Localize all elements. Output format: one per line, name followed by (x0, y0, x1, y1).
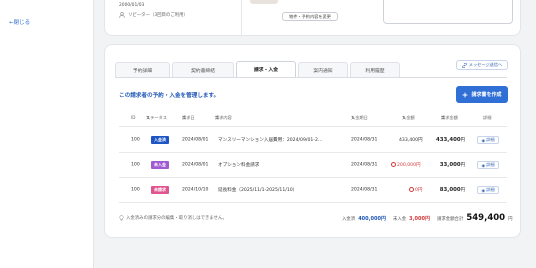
repeater-info: リピーター（3回目のご利用） (119, 12, 188, 18)
row-billing-date: 2024/10/10 (182, 187, 209, 193)
link-icon (462, 62, 467, 68)
row-id: 100 (131, 137, 140, 143)
total-value: 549,400 (466, 213, 506, 223)
status-badge: 未請求 (151, 186, 169, 194)
col-deposit[interactable]: 入金額 ⇅ (402, 115, 415, 120)
row-billed: 33,000円 (439, 162, 465, 168)
create-invoice-label: 請求書を作成 (471, 92, 502, 98)
col-status[interactable]: ステータス ⇅ (146, 115, 167, 120)
table-row: 100 未入金 2024/08/01 オプション料金請求 2024/08/31 … (119, 153, 507, 177)
paid-value: 400,000円 (358, 216, 386, 222)
repeater-label: リピーター（3回目のご利用） (128, 13, 188, 18)
divider (241, 0, 242, 36)
detail-button[interactable]: ◉ 詳細 (477, 136, 499, 144)
row-billing-date: 2024/08/01 (182, 137, 209, 143)
clock-icon (391, 162, 396, 167)
eye-icon: ◉ (481, 187, 486, 193)
row-deposit-date: 2024/08/31 (351, 162, 378, 168)
section-title: この請求者の予約・入金を管理します。 (119, 93, 220, 99)
eye-icon: ◉ (481, 162, 486, 168)
row-deposit: 200,000円 (391, 162, 421, 168)
send-message-label: メッセージ送信へ (468, 62, 503, 67)
row-billed: 433,400円 (436, 137, 465, 143)
clock-icon (409, 187, 414, 192)
lightbulb-icon (119, 215, 124, 221)
paid-label: 入金済 (342, 217, 356, 222)
customer-card: 2000/01/03 リピーター（3回目のご利用） 物件・予約内容を変更 (104, 0, 521, 36)
row-id: 100 (131, 187, 140, 193)
create-invoice-button[interactable]: 請求書を作成 (456, 86, 508, 103)
totals-summary: 入金済 400,000円 未入金 3,000円 請求金額合計 549,400 円 (342, 213, 512, 223)
tab-bar: 予約詳細 契約書締結 請求・入金 案内通知 利用履歴 (115, 61, 400, 77)
status-badge: 入金済 (151, 136, 169, 144)
row-id: 100 (131, 162, 140, 168)
sidebar: ←閉じる (0, 0, 94, 268)
col-content[interactable]: 請求内容 ⇅ (215, 115, 232, 120)
col-action: 詳細 (483, 115, 492, 120)
eye-icon: ◉ (481, 137, 486, 143)
unpaid-label: 未入金 (392, 217, 407, 222)
header-divider (119, 126, 507, 127)
tab-notification[interactable]: 案内通知 (298, 62, 348, 77)
total-unit: 円 (508, 217, 513, 222)
table-header: ID ステータス ⇅ 請求日 ⇅ 請求内容 ⇅ 入金期日 ⇅ 入金額 ⇅ 請求金… (119, 115, 507, 123)
tab-usage-history[interactable]: 利用履歴 (350, 62, 400, 77)
table-row: 100 未請求 2024/10/10 延長料金（2025/11/1-2025/1… (119, 178, 507, 202)
row-content: 延長料金（2025/11/1-2025/11/10） (218, 188, 298, 193)
sidebar-collapse-link[interactable]: ←閉じる (9, 18, 30, 26)
total-label: 請求金額合計 (436, 217, 464, 222)
col-deposit-date[interactable]: 入金期日 ⇅ (351, 115, 368, 120)
footer-note: 入金済みの請求分の編集・取り消しはできません。 (119, 215, 227, 221)
row-deposit-date: 2024/08/31 (351, 187, 378, 193)
tab-reservation-details[interactable]: 予約詳細 (115, 62, 170, 77)
row-deposit: 433,400円 (399, 138, 423, 143)
row-content: マンスリーマンション入居費用：2024/09/01-2... (218, 138, 323, 143)
birthdate: 2000/01/03 (119, 3, 145, 8)
tab-underline (115, 77, 507, 78)
table-row: 100 入金済 2024/08/01 マンスリーマンション入居費用：2024/0… (119, 128, 507, 152)
row-deposit: 0円 (409, 187, 423, 193)
property-photo (250, 0, 278, 4)
col-billed[interactable]: 請求金額 ⇅ (441, 115, 458, 120)
row-divider (119, 202, 507, 203)
memo-textarea[interactable] (383, 0, 513, 24)
person-icon (119, 12, 125, 18)
row-deposit-date: 2024/08/31 (351, 137, 378, 143)
billing-panel: 予約詳細 契約書締結 請求・入金 案内通知 利用履歴 メッセージ送信へ この請求… (104, 44, 521, 238)
tab-contract[interactable]: 契約書締結 (172, 62, 234, 77)
status-badge: 未入金 (151, 161, 169, 169)
tab-billing[interactable]: 請求・入金 (236, 61, 296, 77)
col-billing-date[interactable]: 請求日 ⇅ (182, 115, 195, 120)
footer-note-text: 入金済みの請求分の編集・取り消しはできません。 (126, 216, 227, 221)
detail-button[interactable]: ◉ 詳細 (477, 161, 499, 169)
change-booking-button[interactable]: 物件・予約内容を変更 (282, 12, 338, 21)
row-billing-date: 2024/08/01 (182, 162, 209, 168)
unpaid-value: 3,000円 (409, 216, 430, 222)
send-message-button[interactable]: メッセージ送信へ (456, 60, 508, 70)
plus-icon (463, 92, 468, 97)
row-billed: 83,000円 (439, 187, 465, 193)
detail-button[interactable]: ◉ 詳細 (477, 186, 499, 194)
col-id: ID (131, 115, 136, 120)
row-content: オプション料金請求 (218, 163, 260, 168)
